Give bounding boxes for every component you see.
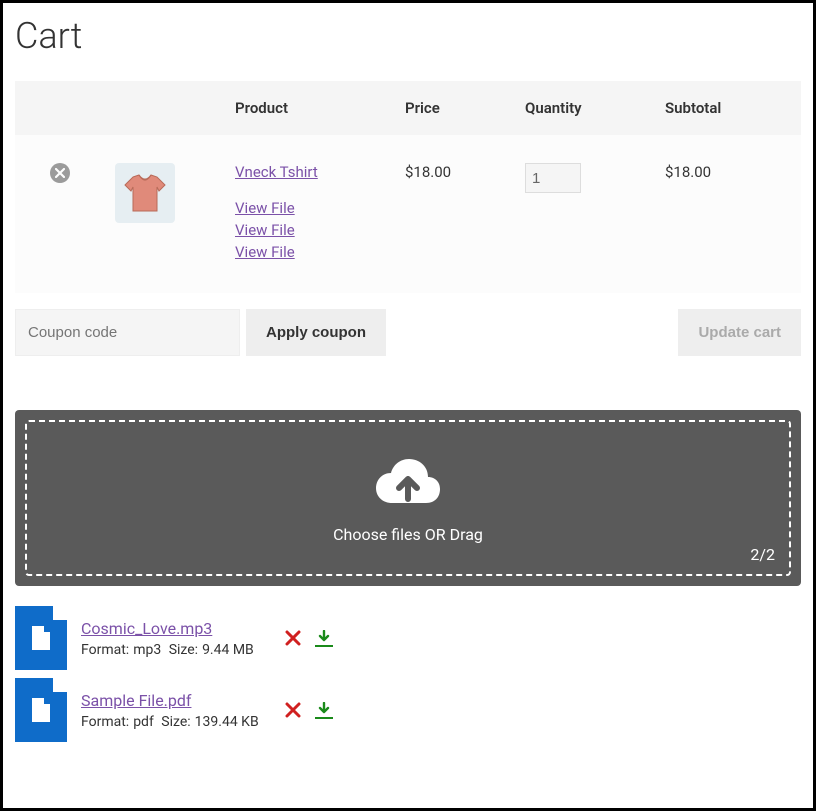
dropzone-text: Choose files OR Drag	[333, 525, 483, 544]
file-meta: Format:pdf Size:139.44 KB	[81, 714, 263, 730]
view-file-link-3[interactable]: View File	[235, 243, 385, 261]
delete-file-button[interactable]	[285, 630, 301, 646]
download-icon	[317, 630, 331, 644]
x-icon	[285, 702, 301, 718]
view-file-link-2[interactable]: View File	[235, 221, 385, 239]
quantity-stepper[interactable]	[525, 163, 581, 193]
col-quantity-header: Quantity	[515, 81, 655, 135]
col-remove-header	[15, 81, 105, 135]
page-icon	[32, 626, 50, 650]
uploaded-files-list: Cosmic_Love.mp3 Format:mp3 Size:9.44 MB …	[15, 606, 801, 742]
file-dropzone-container: Choose files OR Drag 2/2	[15, 410, 801, 586]
table-row: Vneck Tshirt View File View File View Fi…	[15, 135, 801, 293]
cart-actions: Apply coupon Update cart	[15, 309, 801, 356]
download-icon	[317, 702, 331, 716]
item-subtotal: $18.00	[655, 135, 801, 293]
col-thumbnail-header	[105, 81, 225, 135]
view-file-link-1[interactable]: View File	[235, 199, 385, 217]
download-file-button[interactable]	[315, 701, 333, 719]
file-name-link[interactable]: Sample File.pdf	[81, 691, 271, 710]
product-name-link[interactable]: Vneck Tshirt	[235, 163, 318, 181]
col-subtotal-header: Subtotal	[655, 81, 801, 135]
remove-item-button[interactable]	[50, 163, 70, 183]
file-dropzone[interactable]: Choose files OR Drag 2/2	[25, 420, 791, 576]
tshirt-icon	[123, 173, 167, 213]
file-icon	[15, 606, 67, 670]
update-cart-button[interactable]: Update cart	[678, 309, 801, 356]
col-product-header: Product	[225, 81, 395, 135]
list-item: Cosmic_Love.mp3 Format:mp3 Size:9.44 MB	[15, 606, 801, 670]
delete-file-button[interactable]	[285, 702, 301, 718]
coupon-code-input[interactable]	[15, 309, 240, 356]
list-item: Sample File.pdf Format:pdf Size:139.44 K…	[15, 678, 801, 742]
cloud-upload-icon	[372, 453, 444, 509]
file-name-link[interactable]: Cosmic_Love.mp3	[81, 619, 271, 638]
page-icon	[32, 698, 50, 722]
file-icon	[15, 678, 67, 742]
x-icon	[285, 630, 301, 646]
download-file-button[interactable]	[315, 629, 333, 647]
item-price: $18.00	[395, 135, 515, 293]
page-title: Cart	[15, 15, 801, 57]
col-price-header: Price	[395, 81, 515, 135]
cart-table: Product Price Quantity Subtotal	[15, 81, 801, 293]
dropzone-counter: 2/2	[750, 545, 775, 564]
apply-coupon-button[interactable]: Apply coupon	[246, 309, 386, 356]
close-icon	[55, 168, 65, 178]
product-thumbnail[interactable]	[115, 163, 175, 223]
file-meta: Format:mp3 Size:9.44 MB	[81, 642, 258, 658]
